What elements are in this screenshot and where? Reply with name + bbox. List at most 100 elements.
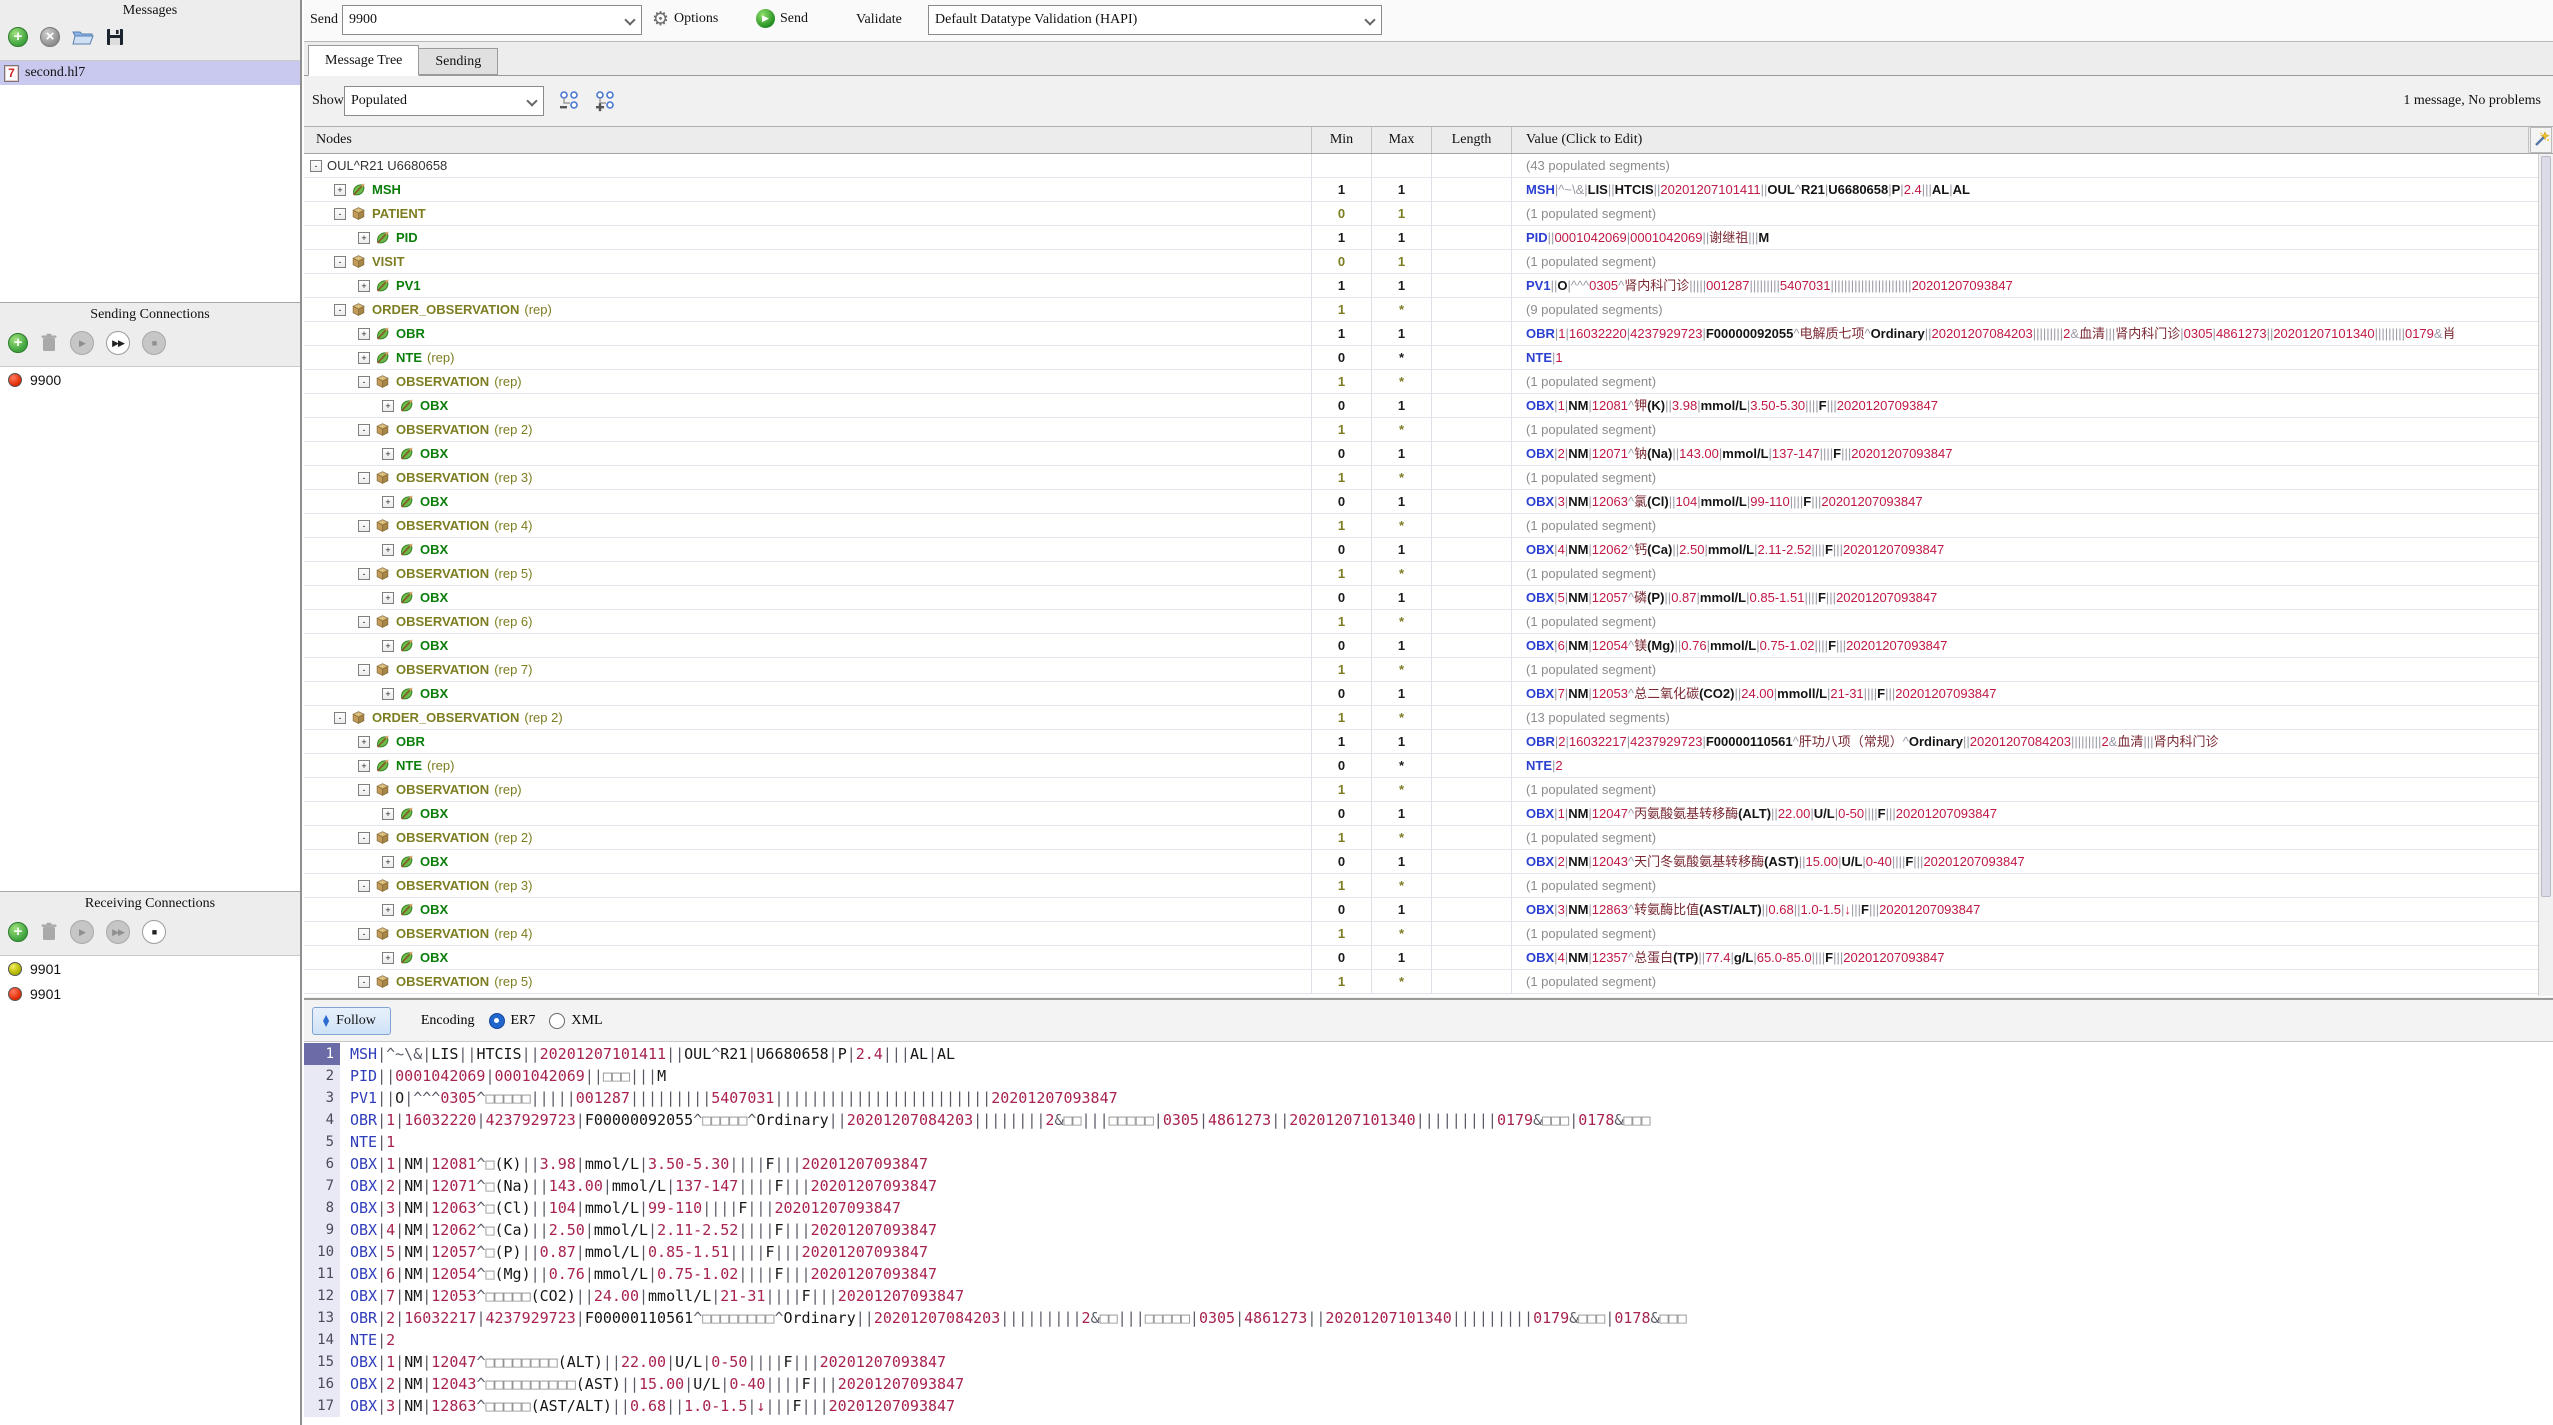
- connection-item[interactable]: 9901: [0, 956, 300, 981]
- tree-row[interactable]: -OBSERVATION(rep 6)1*(1 populated segmen…: [304, 610, 2553, 634]
- tree-row[interactable]: -VISIT01(1 populated segment): [304, 250, 2553, 274]
- stop-icon[interactable]: ■: [142, 920, 166, 944]
- tree-row[interactable]: +OBX01OBX|6|NM|12054^镁(Mg)||0.76|mmol/L|…: [304, 634, 2553, 658]
- collapse-icon[interactable]: -: [358, 376, 370, 388]
- stop-icon[interactable]: ■: [142, 331, 166, 355]
- expand-icon[interactable]: +: [382, 688, 394, 700]
- hl7-line[interactable]: 11OBX|6|NM|12054^□(Mg)||0.76|mmol/L|0.75…: [304, 1263, 2553, 1285]
- node-value[interactable]: (9 populated segments): [1512, 298, 2553, 321]
- node-value[interactable]: (1 populated segment): [1512, 562, 2553, 585]
- hl7-line[interactable]: 12OBX|7|NM|12053^□□□□□(CO2)||24.00|mmoll…: [304, 1285, 2553, 1307]
- hl7-line[interactable]: 13OBR|2|16032217|4237929723|F00000110561…: [304, 1307, 2553, 1329]
- node-value[interactable]: OBX|4|NM|12357^总蛋白(TP)||77.4|g/L|65.0-85…: [1512, 946, 2553, 969]
- expand-icon[interactable]: +: [358, 736, 370, 748]
- node-value[interactable]: OBX|7|NM|12053^总二氧化碳(CO2)||24.00|mmoll/L…: [1512, 682, 2553, 705]
- node-value[interactable]: (1 populated segment): [1512, 202, 2553, 225]
- hl7-line[interactable]: 16OBX|2|NM|12043^□□□□□□□□□□(AST)||15.00|…: [304, 1373, 2553, 1395]
- magic-wand-icon[interactable]: [2530, 127, 2552, 153]
- tree-row[interactable]: +OBX01OBX|4|NM|12062^钙(Ca)||2.50|mmol/L|…: [304, 538, 2553, 562]
- start-icon[interactable]: ▶: [70, 331, 94, 355]
- collapse-icon[interactable]: -: [358, 928, 370, 940]
- delete-icon[interactable]: [40, 333, 58, 353]
- hl7-line[interactable]: 1MSH|^~\&|LIS||HTCIS||20201207101411||OU…: [304, 1043, 2553, 1065]
- add-icon[interactable]: +: [8, 27, 28, 47]
- tree-row[interactable]: +OBX01OBX|1|NM|12081^钾(K)||3.98|mmol/L|3…: [304, 394, 2553, 418]
- expand-icon[interactable]: +: [334, 184, 346, 196]
- tree-row[interactable]: +OBX01OBX|3|NM|12063^氯(Cl)||104|mmol/L|9…: [304, 490, 2553, 514]
- expand-icon[interactable]: +: [358, 280, 370, 292]
- vertical-scrollbar[interactable]: [2538, 154, 2553, 996]
- tree-row[interactable]: +OBR11OBR|2|16032217|4237929723|F0000011…: [304, 730, 2553, 754]
- tree-row[interactable]: -ORDER_OBSERVATION(rep 2)1*(13 populated…: [304, 706, 2553, 730]
- collapse-icon[interactable]: -: [310, 160, 322, 172]
- node-value[interactable]: (43 populated segments): [1512, 154, 2553, 177]
- expand-icon[interactable]: +: [358, 352, 370, 364]
- tree-row[interactable]: -OBSERVATION(rep 2)1*(1 populated segmen…: [304, 418, 2553, 442]
- tab-message-tree[interactable]: Message Tree: [308, 45, 419, 76]
- node-value[interactable]: OBX|1|NM|12081^钾(K)||3.98|mmol/L|3.50-5.…: [1512, 394, 2553, 417]
- connection-item[interactable]: 9900: [0, 367, 300, 392]
- node-value[interactable]: OBX|4|NM|12062^钙(Ca)||2.50|mmol/L|2.11-2…: [1512, 538, 2553, 561]
- follow-toggle-button[interactable]: ▲▼ Follow: [312, 1007, 391, 1035]
- expand-icon[interactable]: +: [382, 592, 394, 604]
- node-value[interactable]: (1 populated segment): [1512, 826, 2553, 849]
- node-value[interactable]: (1 populated segment): [1512, 778, 2553, 801]
- collapse-icon[interactable]: -: [358, 424, 370, 436]
- collapse-icon[interactable]: -: [334, 304, 346, 316]
- node-value[interactable]: PID||0001042069|0001042069||谢继祖|||M: [1512, 226, 2553, 249]
- node-value[interactable]: OBX|1|NM|12047^丙氨酸氨基转移酶(ALT)||22.00|U/L|…: [1512, 802, 2553, 825]
- node-value[interactable]: (13 populated segments): [1512, 706, 2553, 729]
- tree-row[interactable]: -OBSERVATION(rep)1*(1 populated segment): [304, 370, 2553, 394]
- send-button[interactable]: ▶ Send: [756, 9, 808, 28]
- hl7-line[interactable]: 5NTE|1: [304, 1131, 2553, 1153]
- collapse-icon[interactable]: -: [334, 208, 346, 220]
- node-value[interactable]: (1 populated segment): [1512, 418, 2553, 441]
- expand-icon[interactable]: +: [382, 904, 394, 916]
- node-value[interactable]: (1 populated segment): [1512, 514, 2553, 537]
- tree-row[interactable]: +OBX01OBX|4|NM|12357^总蛋白(TP)||77.4|g/L|6…: [304, 946, 2553, 970]
- hl7-line[interactable]: 15OBX|1|NM|12047^□□□□□□□□(ALT)||22.00|U/…: [304, 1351, 2553, 1373]
- hl7-line[interactable]: 14NTE|2: [304, 1329, 2553, 1351]
- connection-item[interactable]: 9901: [0, 981, 300, 1006]
- node-value[interactable]: (1 populated segment): [1512, 874, 2553, 897]
- tree-row[interactable]: -OBSERVATION(rep 2)1*(1 populated segmen…: [304, 826, 2553, 850]
- start-all-icon[interactable]: ▶▶: [106, 920, 130, 944]
- node-value[interactable]: (1 populated segment): [1512, 970, 2553, 993]
- collapse-icon[interactable]: -: [358, 976, 370, 988]
- node-value[interactable]: OBX|3|NM|12063^氯(Cl)||104|mmol/L|99-110|…: [1512, 490, 2553, 513]
- expand-icon[interactable]: +: [382, 496, 394, 508]
- hl7-line[interactable]: 4OBR|1|16032220|4237929723|F00000092055^…: [304, 1109, 2553, 1131]
- node-value[interactable]: NTE|2: [1512, 754, 2553, 777]
- hl7-line[interactable]: 10OBX|5|NM|12057^□(P)||0.87|mmol/L|0.85-…: [304, 1241, 2553, 1263]
- tree-row[interactable]: -OBSERVATION(rep 5)1*(1 populated segmen…: [304, 562, 2553, 586]
- node-value[interactable]: (1 populated segment): [1512, 922, 2553, 945]
- node-value[interactable]: (1 populated segment): [1512, 250, 2553, 273]
- collapse-icon[interactable]: -: [358, 784, 370, 796]
- close-icon[interactable]: ×: [40, 27, 60, 47]
- hl7-line[interactable]: 8OBX|3|NM|12063^□(Cl)||104|mmol/L|99-110…: [304, 1197, 2553, 1219]
- raw-message-view[interactable]: 1MSH|^~\&|LIS||HTCIS||20201207101411||OU…: [304, 1043, 2553, 1425]
- add-icon[interactable]: +: [8, 922, 28, 942]
- validation-select[interactable]: Default Datatype Validation (HAPI): [928, 5, 1382, 35]
- collapse-icon[interactable]: -: [358, 472, 370, 484]
- hl7-line[interactable]: 17OBX|3|NM|12863^□□□□□(AST/ALT)||0.68||1…: [304, 1395, 2553, 1417]
- node-value[interactable]: OBR|2|16032217|4237929723|F00000110561^肝…: [1512, 730, 2553, 753]
- node-value[interactable]: (1 populated segment): [1512, 370, 2553, 393]
- open-folder-icon[interactable]: [72, 28, 94, 46]
- tab-sending[interactable]: Sending: [419, 48, 498, 75]
- hl7-line[interactable]: 9OBX|4|NM|12062^□(Ca)||2.50|mmol/L|2.11-…: [304, 1219, 2553, 1241]
- collapse-icon[interactable]: -: [334, 256, 346, 268]
- show-filter-select[interactable]: Populated: [344, 86, 544, 116]
- tree-row[interactable]: +NTE(rep)0*NTE|2: [304, 754, 2553, 778]
- tree-row[interactable]: +OBX01OBX|1|NM|12047^丙氨酸氨基转移酶(ALT)||22.0…: [304, 802, 2553, 826]
- collapse-icon[interactable]: -: [358, 616, 370, 628]
- collapse-icon[interactable]: -: [358, 520, 370, 532]
- save-icon[interactable]: [106, 28, 124, 46]
- tree-row[interactable]: -OBSERVATION(rep 7)1*(1 populated segmen…: [304, 658, 2553, 682]
- expand-icon[interactable]: +: [382, 640, 394, 652]
- tree-row[interactable]: +OBX01OBX|3|NM|12863^转氨酶比值(AST/ALT)||0.6…: [304, 898, 2553, 922]
- hl7-line[interactable]: 7OBX|2|NM|12071^□(Na)||143.00|mmol/L|137…: [304, 1175, 2553, 1197]
- tree-row[interactable]: -OBSERVATION(rep 4)1*(1 populated segmen…: [304, 514, 2553, 538]
- expand-icon[interactable]: +: [382, 448, 394, 460]
- send-target-select[interactable]: 9900: [342, 5, 642, 35]
